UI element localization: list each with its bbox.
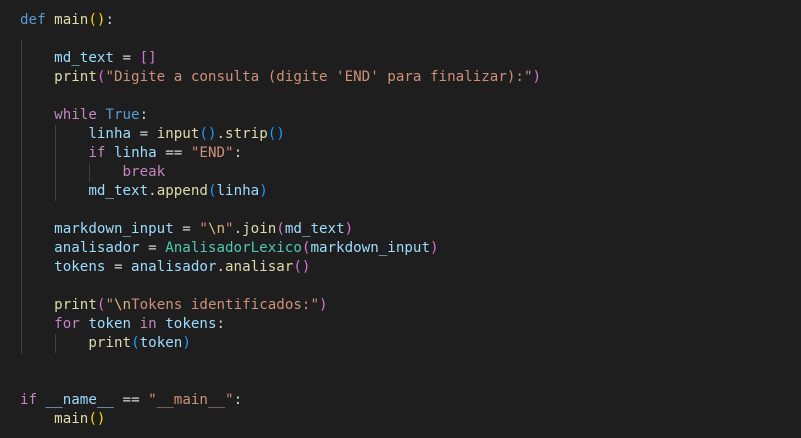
code-line: markdown_input = "\n".join(md_text)	[20, 220, 353, 239]
argument: linha	[216, 183, 260, 199]
escape-sequence: \n	[207, 221, 226, 237]
punctuation: :	[105, 12, 114, 28]
argument: md_text	[284, 221, 345, 237]
string-literal: "Digite a consulta (digite 'END' para fi…	[105, 69, 533, 85]
string-literal: "END"	[190, 145, 234, 161]
function-call: main	[54, 411, 89, 427]
method-call: analisar	[225, 259, 294, 275]
variable: linha	[88, 126, 132, 142]
bracket: )	[276, 126, 285, 142]
variable: tokens	[165, 316, 217, 332]
operator: =	[131, 126, 157, 142]
variable: markdown_input	[54, 221, 174, 237]
function-call: print	[88, 335, 132, 351]
variable: __name__	[45, 392, 114, 408]
bracket: )	[96, 411, 106, 427]
code-line: while True:	[20, 106, 148, 125]
bracket: )	[532, 69, 542, 85]
string-literal: "	[225, 221, 234, 237]
argument: token	[139, 335, 183, 351]
operator: =	[173, 221, 200, 237]
bracket: (	[88, 12, 97, 28]
operator: ==	[113, 392, 149, 408]
class-name: AnalisadorLexico	[165, 240, 302, 256]
method-call: strip	[225, 126, 268, 142]
code-line: print("Digite a consulta (digite 'END' p…	[20, 68, 541, 87]
code-line: print("\nTokens identificados:")	[20, 296, 328, 315]
code-line: if linha == "END":	[20, 144, 242, 163]
code-line: md_text = []	[20, 49, 157, 68]
bracket: )	[319, 297, 328, 313]
method-call: append	[156, 183, 208, 199]
punctuation: :	[216, 316, 226, 332]
code-line: break	[20, 163, 166, 182]
keyword: while	[54, 107, 97, 123]
string-literal: "__main__"	[148, 392, 234, 408]
keyword: def	[20, 12, 46, 28]
punctuation: :	[233, 392, 243, 408]
code-editor[interactable]: def main(): md_text = [] print("Digite a…	[0, 0, 801, 438]
code-line: main()	[20, 410, 105, 429]
bracket: )	[207, 126, 217, 142]
bracket: (	[131, 335, 140, 351]
bracket: [	[139, 50, 149, 66]
bracket: (	[88, 411, 97, 427]
bracket: )	[259, 183, 268, 199]
keyword: in	[139, 316, 157, 332]
code-line: linha = input().strip()	[20, 125, 285, 144]
code-line: print(token)	[20, 334, 191, 353]
code-line: tokens = analisador.analisar()	[20, 258, 310, 277]
variable: tokens	[54, 259, 106, 275]
variable: md_text	[54, 50, 114, 66]
keyword: if	[88, 145, 106, 161]
function-call: input	[156, 126, 200, 142]
string-literal: "	[105, 297, 114, 313]
keyword: for	[54, 316, 80, 332]
punctuation: .	[148, 183, 157, 199]
function-call: print	[54, 69, 97, 85]
string-literal: "	[199, 221, 208, 237]
operator: =	[105, 259, 132, 275]
punctuation: .	[216, 126, 226, 142]
bracket: (	[199, 126, 208, 142]
bracket: )	[344, 221, 354, 237]
bracket: (	[293, 259, 302, 275]
operator: =	[113, 50, 140, 66]
bracket: )	[182, 335, 191, 351]
variable: linha	[113, 145, 157, 161]
bracket: )	[430, 240, 439, 256]
keyword: break	[122, 164, 166, 180]
punctuation: .	[216, 259, 226, 275]
keyword: if	[20, 392, 38, 408]
punctuation: .	[233, 221, 243, 237]
bracket: (	[276, 221, 285, 237]
punctuation: :	[139, 107, 149, 123]
function-call: print	[54, 297, 97, 313]
code-line: analisador = AnalisadorLexico(markdown_i…	[20, 239, 439, 258]
variable: analisador	[54, 240, 140, 256]
escape-sequence: \n	[113, 297, 132, 313]
string-literal: Tokens identificados:"	[131, 297, 319, 313]
code-line: md_text.append(linha)	[20, 182, 268, 201]
variable: md_text	[88, 183, 149, 199]
object: analisador	[131, 259, 217, 275]
operator: =	[139, 240, 166, 256]
method-call: join	[242, 221, 277, 237]
code-line: for token in tokens:	[20, 315, 225, 334]
code-line: if __name__ == "__main__":	[20, 391, 242, 410]
variable: token	[88, 316, 132, 332]
argument: markdown_input	[310, 240, 431, 256]
operator: ==	[156, 145, 191, 161]
bracket: ]	[148, 50, 157, 66]
punctuation: :	[233, 145, 243, 161]
code-line: def main():	[20, 11, 114, 30]
constant: True	[105, 107, 140, 123]
bracket: )	[301, 259, 311, 275]
function-name: main	[54, 12, 89, 28]
